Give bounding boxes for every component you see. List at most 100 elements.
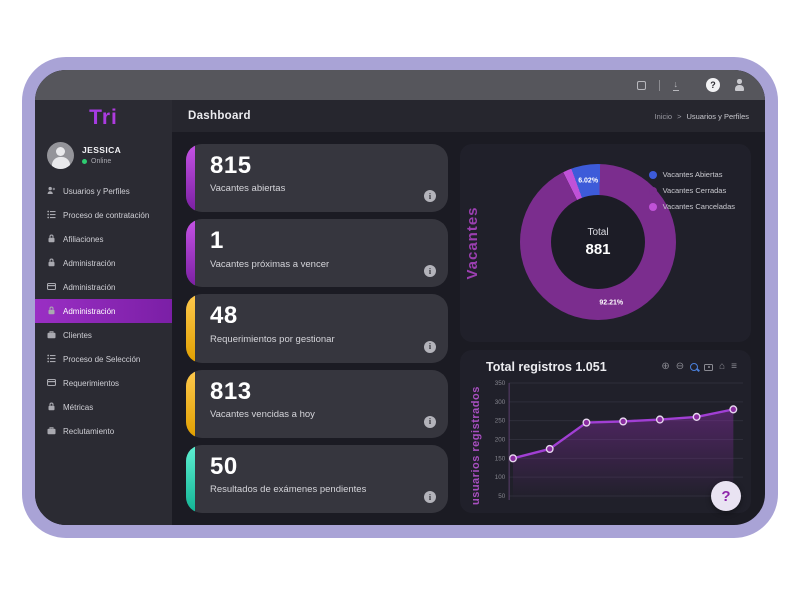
sidebar-item-4[interactable]: Administración xyxy=(35,275,172,299)
legend-dot xyxy=(649,203,657,211)
svg-text:50: 50 xyxy=(498,493,505,500)
list-icon xyxy=(47,354,56,365)
case-icon xyxy=(47,426,56,437)
legend-item-2[interactable]: Vacantes Canceladas xyxy=(649,202,735,211)
charts-column: Vacantes Total 881 6.02% 92.21% Vacantes … xyxy=(460,144,751,513)
legend-item-1[interactable]: Vacantes Cerradas xyxy=(649,186,735,195)
sidebar-nav: Usuarios y PerfilesProceso de contrataci… xyxy=(35,179,172,443)
sidebar-item-3[interactable]: Administración xyxy=(35,251,172,275)
list-icon xyxy=(47,210,56,221)
legend-item-0[interactable]: Vacantes Abiertas xyxy=(649,170,735,179)
stat-card-2: 48 Requerimientos por gestionari xyxy=(186,294,448,362)
sidebar-item-8[interactable]: Requerimientos xyxy=(35,371,172,395)
card-accent-bar xyxy=(186,445,195,513)
sidebar-item-10[interactable]: Reclutamiento xyxy=(35,419,172,443)
lock-icon xyxy=(47,234,56,245)
window-icon[interactable] xyxy=(637,81,646,90)
case-icon xyxy=(47,330,56,341)
stat-card-0: 815 Vacantes abiertasi xyxy=(186,144,448,212)
download-icon[interactable]: ↓ xyxy=(673,80,680,91)
help-icon[interactable]: ? xyxy=(706,78,720,92)
sidebar-item-5[interactable]: Administración xyxy=(35,299,172,323)
info-icon[interactable]: i xyxy=(424,491,436,503)
avatar xyxy=(47,142,74,169)
donut-legend: Vacantes Abiertas Vacantes Cerradas Vacant… xyxy=(649,170,735,211)
stat-card-4: 50 Resultados de exámenes pendientesi xyxy=(186,445,448,513)
stat-label: Requerimientos por gestionar xyxy=(210,334,434,345)
sidebar-item-7[interactable]: Proceso de Selección xyxy=(35,347,172,371)
page-header: Dashboard Inicio > Usuarios y Perfiles xyxy=(172,100,765,132)
info-icon[interactable]: i xyxy=(424,190,436,202)
card-accent-bar xyxy=(186,370,195,438)
user-icon[interactable] xyxy=(733,79,745,91)
page-title: Dashboard xyxy=(188,110,251,122)
donut-center-value: 881 xyxy=(585,241,610,258)
card-accent-bar xyxy=(186,294,195,362)
user-name: JESSICA xyxy=(82,142,121,155)
stat-label: Vacantes vencidas a hoy xyxy=(210,409,434,420)
dashboard-content: 815Vacantes abiertasi1Vacantes próximas … xyxy=(172,132,765,525)
zoom-out-icon[interactable]: ⊖ xyxy=(676,362,684,372)
breadcrumb-separator: > xyxy=(677,112,681,121)
app-window: ↓ ? Tri JESSICA Online Usuarios y P xyxy=(22,57,778,538)
online-status-dot xyxy=(82,159,87,164)
chart-toolbar: ⊕ ⊖ ⌂ ≡ xyxy=(661,362,737,372)
stat-value: 815 xyxy=(210,153,434,179)
card-icon xyxy=(47,378,56,389)
sidebar-item-6[interactable]: Clientes xyxy=(35,323,172,347)
stat-label: Vacantes próximas a vencer xyxy=(210,259,434,270)
line-chart-title: Total registros 1.051 xyxy=(486,360,607,374)
card-accent-bar xyxy=(186,144,195,212)
stat-value: 813 xyxy=(210,379,434,405)
stat-label: Resultados de exámenes pendientes xyxy=(210,484,434,495)
svg-text:250: 250 xyxy=(495,418,506,425)
info-icon[interactable]: i xyxy=(424,341,436,353)
donut-title: Vacantes xyxy=(464,206,481,279)
stat-value: 48 xyxy=(210,303,434,329)
svg-text:100: 100 xyxy=(495,474,506,481)
svg-text:300: 300 xyxy=(495,399,506,406)
stat-card-1: 1 Vacantes próximas a venceri xyxy=(186,219,448,287)
app-logo: Tri xyxy=(35,100,172,136)
legend-dot xyxy=(649,171,657,179)
user-profile[interactable]: JESSICA Online xyxy=(35,136,172,179)
page: ↓ ? Tri JESSICA Online Usuarios y P xyxy=(0,0,800,600)
window-titlebar: ↓ ? xyxy=(35,70,765,100)
lock-icon xyxy=(47,258,56,269)
sidebar-item-0[interactable]: Usuarios y Perfiles xyxy=(35,179,172,203)
home-icon[interactable]: ⌂ xyxy=(719,362,725,372)
sidebar-item-1[interactable]: Proceso de contratación xyxy=(35,203,172,227)
breadcrumb-current[interactable]: Usuarios y Perfiles xyxy=(686,112,749,121)
svg-text:200: 200 xyxy=(495,436,506,443)
stat-cards: 815Vacantes abiertasi1Vacantes próximas … xyxy=(186,144,448,513)
lock-icon xyxy=(47,306,56,317)
card-icon xyxy=(47,282,56,293)
info-icon[interactable]: i xyxy=(424,265,436,277)
menu-icon[interactable]: ≡ xyxy=(731,362,737,372)
slice-label: 6.02% xyxy=(578,177,598,184)
search-icon[interactable] xyxy=(690,363,698,371)
line-ylabel: usuarios registrados xyxy=(468,378,484,513)
main-area: Dashboard Inicio > Usuarios y Perfiles 8… xyxy=(172,100,765,525)
zoom-in-icon[interactable]: ⊕ xyxy=(661,362,669,372)
breadcrumb: Inicio > Usuarios y Perfiles xyxy=(655,112,749,121)
info-icon[interactable]: i xyxy=(424,416,436,428)
stat-value: 1 xyxy=(210,228,434,254)
user-status: Online xyxy=(91,158,111,165)
sidebar-item-2[interactable]: Afiliaciones xyxy=(35,227,172,251)
help-fab-button[interactable]: ? xyxy=(711,481,741,511)
stat-value: 50 xyxy=(210,454,434,480)
registros-line-panel: Total registros 1.051 ⊕ ⊖ ⌂ ≡ xyxy=(460,350,751,513)
donut-center-label: Total xyxy=(587,227,608,238)
card-accent-bar xyxy=(186,219,195,287)
legend-dot xyxy=(649,187,657,195)
lock-icon xyxy=(47,402,56,413)
stat-label: Vacantes abiertas xyxy=(210,183,434,194)
svg-text:150: 150 xyxy=(495,455,506,462)
camera-icon[interactable] xyxy=(704,364,713,371)
breadcrumb-home[interactable]: Inicio xyxy=(655,112,673,121)
app-body: Tri JESSICA Online Usuarios y PerfilesPr… xyxy=(35,100,765,525)
slice-label: 92.21% xyxy=(599,299,623,306)
sidebar-item-9[interactable]: Métricas xyxy=(35,395,172,419)
line-chart[interactable]: 50100150200250300350 xyxy=(484,378,743,506)
